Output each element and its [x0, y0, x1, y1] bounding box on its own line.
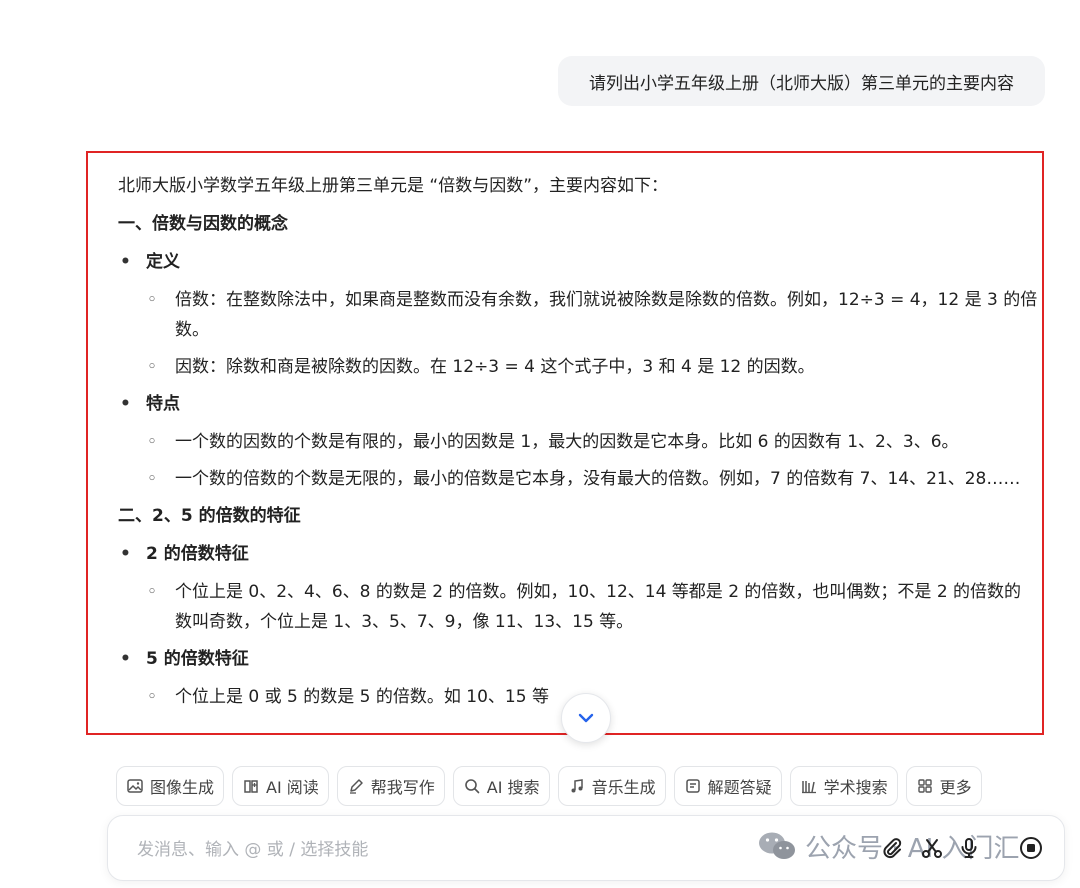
skill-label: 解题答疑	[707, 778, 772, 797]
microphone-icon	[961, 838, 977, 858]
image-icon	[127, 779, 143, 793]
wechat-logo-icon	[759, 832, 795, 859]
user-message-bubble: 请列出小学五年级上册（北师大版）第三单元的主要内容	[558, 56, 1045, 106]
scroll-to-bottom-button[interactable]	[561, 693, 611, 743]
sub-bullet-multiple-feature: 一个数的倍数的个数是无限的，最小的倍数是它本身，没有最大的倍数。例如，7 的倍数…	[118, 464, 1038, 494]
skill-label: 音乐生成	[591, 778, 656, 797]
skill-writing[interactable]: 帮我写作	[336, 766, 445, 806]
attach-button[interactable]	[878, 834, 906, 862]
skill-label: AI 搜索	[486, 778, 540, 797]
user-message-text: 请列出小学五年级上册（北师大版）第三单元的主要内容	[589, 73, 1014, 94]
library-icon	[801, 781, 816, 794]
stop-generation-button[interactable]	[1017, 834, 1045, 862]
skill-label: 学术搜索	[823, 778, 888, 797]
bullet-features: 特点	[118, 389, 1038, 419]
skill-label: 帮我写作	[370, 778, 435, 797]
skill-problem-solving[interactable]: 解题答疑	[673, 766, 782, 806]
question-icon	[685, 779, 700, 793]
skill-label: 更多	[939, 778, 972, 797]
pen-icon	[349, 779, 363, 794]
skill-chip-bar: 图像生成 AI 阅读 帮我写作 AI 搜索 音乐生成 解题答疑 学术搜索 更多	[116, 766, 982, 806]
chevron-down-icon	[578, 713, 594, 723]
grid-icon	[917, 779, 932, 793]
bullet-definition: 定义	[118, 247, 1038, 277]
skill-label: 图像生成	[150, 778, 215, 797]
scissors-icon	[922, 839, 942, 858]
bullet-multiple-of-2: 2 的倍数特征	[118, 539, 1038, 569]
answer-intro: 北师大版小学数学五年级上册第三单元是 “倍数与因数”，主要内容如下：	[118, 176, 669, 196]
bullet-multiple-of-5: 5 的倍数特征	[118, 644, 1038, 674]
message-input[interactable]	[135, 836, 739, 864]
sub-bullet-factor-def: 因数：除数和商是被除数的因数。在 12÷3 = 4 这个式子中，3 和 4 是 …	[118, 352, 1038, 382]
watermark-text: 公众号 · AI 入门汇	[805, 833, 1020, 864]
paperclip-icon	[883, 838, 902, 859]
skill-music-generation[interactable]: 音乐生成	[557, 766, 666, 806]
skill-image-generation[interactable]: 图像生成	[116, 766, 225, 806]
section-heading-1: 一、倍数与因数的概念	[118, 214, 288, 234]
sub-bullet-multiple-def: 倍数：在整数除法中，如果商是整数而没有余数，我们就说被除数是除数的倍数。例如，1…	[118, 285, 1038, 345]
voice-input-button[interactable]	[955, 834, 983, 862]
screenshot-button[interactable]	[918, 834, 946, 862]
section-heading-2: 二、2、5 的倍数的特征	[118, 506, 301, 526]
assistant-answer-highlight: 北师大版小学数学五年级上册第三单元是 “倍数与因数”，主要内容如下： 一、倍数与…	[86, 151, 1044, 735]
assistant-answer: 北师大版小学数学五年级上册第三单元是 “倍数与因数”，主要内容如下： 一、倍数与…	[118, 171, 1038, 719]
skill-academic-search[interactable]: 学术搜索	[789, 766, 898, 806]
music-icon	[571, 779, 583, 793]
sub-bullet-multiple-of-2: 个位上是 0、2、4、6、8 的数是 2 的倍数。例如，10、12、14 等都是…	[118, 577, 1038, 637]
stop-icon	[1020, 837, 1042, 859]
skill-more[interactable]: 更多	[905, 766, 982, 806]
skill-ai-search[interactable]: AI 搜索	[452, 766, 550, 806]
skill-ai-reading[interactable]: AI 阅读	[232, 766, 329, 806]
book-icon	[244, 780, 258, 793]
skill-label: AI 阅读	[266, 778, 319, 797]
sub-bullet-factor-feature: 一个数的因数的个数是有限的，最小的因数是 1，最大的因数是它本身。比如 6 的因…	[118, 427, 1038, 457]
search-icon	[464, 779, 480, 794]
